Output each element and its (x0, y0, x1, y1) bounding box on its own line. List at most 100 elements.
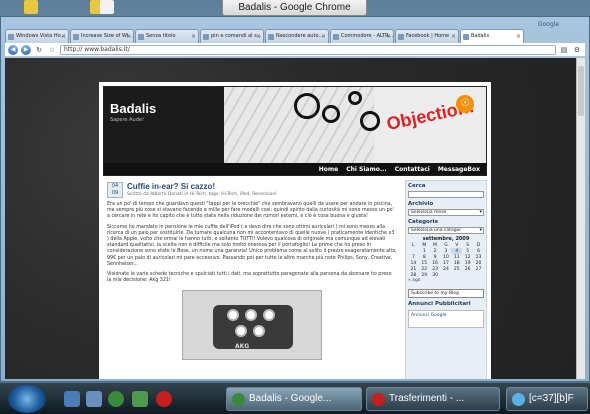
favicon-icon (138, 34, 144, 40)
widget-title-ads: Annunci Pubblicitari (408, 301, 471, 307)
rss-icon[interactable]: ☉ (456, 95, 474, 113)
star-icon[interactable]: ☆ (47, 45, 57, 55)
tab[interactable]: Commodore - ALTR... × (330, 29, 394, 43)
calendar: L M M G V S D 1 2 3 4 5 6 7 8 9 10 11 12… (408, 242, 484, 278)
nav-item-contattaci[interactable]: Contattaci (395, 166, 430, 173)
tab[interactable]: Increase Size of Wi... × (70, 29, 134, 43)
task-chrome[interactable]: Badalis - Google... (226, 387, 362, 411)
product-brand: AKG (235, 343, 250, 351)
page-viewport: Objection! ☉ Badalis Sapere Aude! Home C… (5, 58, 585, 379)
favicon-icon (398, 34, 404, 40)
post-header: 04 09 Cuffie in-ear? Si cazzo! Scritto d… (107, 182, 397, 198)
google-label: Google (537, 21, 559, 28)
post-body: Era un po' di tempo che guardavo questi … (107, 202, 397, 284)
nav-item-messagebox[interactable]: MessageBox (438, 166, 480, 173)
chrome-window: Google Windows Vista Ho... × Increase Siz… (0, 16, 590, 382)
chrome-icon (232, 393, 245, 406)
tab[interactable]: Senza titolo × (135, 29, 199, 43)
close-icon[interactable]: × (516, 33, 521, 40)
scrollbar-thumb[interactable] (578, 66, 584, 116)
favicon-icon (333, 34, 339, 40)
nav-item-home[interactable]: Home (319, 166, 338, 173)
chrome-icon[interactable] (108, 391, 124, 407)
archive-select[interactable]: Seleziona mese (408, 209, 484, 216)
show-desktop-icon[interactable] (64, 391, 80, 407)
task-label: Trasferimenti - ... (389, 393, 465, 404)
address-bar[interactable]: http:// www.badalis.it/ (60, 44, 556, 55)
tab-label: Windows Vista Ho... (16, 33, 66, 39)
tab-label: pin e comandi al s... (211, 33, 262, 39)
post-date-day: 04 (111, 183, 119, 189)
start-button[interactable] (8, 385, 46, 413)
close-icon[interactable]: × (321, 33, 326, 40)
widget-title-categories: Categorie (408, 219, 439, 225)
task-label: [c=37][b]F (529, 393, 574, 404)
site-title[interactable]: Badalis (110, 101, 156, 116)
post-paragraph: Era un po' di tempo che guardavo questi … (107, 202, 394, 220)
site-container: Objection! ☉ Badalis Sapere Aude! Home C… (99, 82, 491, 379)
back-button[interactable]: ◀ (8, 44, 18, 55)
post: 04 09 Cuffie in-ear? Si cazzo! Scritto d… (103, 180, 401, 379)
post-date-month: 09 (111, 190, 119, 196)
site-nav: Home Chi Siamo... Contattaci MessageBox (104, 163, 486, 175)
close-icon[interactable]: × (451, 33, 456, 40)
site-tagline: Sapere Aude! (110, 117, 144, 123)
tab-active[interactable]: Badalis × (460, 29, 524, 43)
task-opera[interactable]: Trasferimenti - ... (366, 387, 500, 411)
tab[interactable]: Windows Vista Ho... × (5, 29, 69, 43)
post-date: 04 09 (107, 182, 123, 198)
tab-strip: Windows Vista Ho... × Increase Size of Wi… (5, 29, 585, 43)
document-icon[interactable] (100, 0, 114, 14)
tab-label: Badalis (471, 33, 490, 39)
earphones-image: AKG (182, 290, 322, 361)
tab-label: Facebook | Home (406, 33, 450, 39)
favicon-icon (268, 34, 274, 40)
close-icon[interactable]: × (256, 33, 261, 40)
opera-icon (372, 393, 385, 406)
sidebar: Cerca Archivio Seleziona mese Categorie … (405, 180, 487, 379)
tab-label: Nascondere auto... (276, 33, 324, 39)
post-paragraph: Visionate le varie schede tecniche e spu… (107, 272, 392, 284)
post-meta: Scritto da Alberto Donati in Hi-Tech. ta… (127, 192, 277, 197)
widget-title-search: Cerca (408, 183, 426, 189)
subscribe-button[interactable]: Subscribe to my Blog (408, 289, 484, 298)
tab[interactable]: Facebook | Home × (395, 29, 459, 43)
favicon-icon (8, 34, 14, 40)
search-input[interactable] (408, 191, 484, 198)
categories-select[interactable]: Seleziona una categor (408, 227, 484, 234)
circle-decoration (322, 105, 340, 123)
forward-button[interactable]: ▶ (21, 44, 31, 55)
vertical-scrollbar[interactable] (576, 58, 585, 379)
tab[interactable]: Nascondere auto... × (265, 29, 329, 43)
favicon-icon (73, 34, 79, 40)
favicon-icon (203, 34, 209, 40)
close-icon[interactable]: × (386, 33, 391, 40)
messenger-icon (512, 393, 525, 406)
circle-decoration (360, 111, 380, 131)
wrench-icon[interactable]: ⚙ (572, 45, 582, 55)
calendar-prev-link[interactable]: « ago (408, 278, 484, 283)
post-paragraph: Siccome ho mandato in pensione le mie cu… (107, 224, 397, 267)
nav-item-chi-siamo[interactable]: Chi Siamo... (346, 166, 386, 173)
site-header: Objection! ☉ Badalis Sapere Aude! Home C… (103, 86, 487, 176)
close-icon[interactable]: × (61, 33, 66, 40)
tab[interactable]: pin e comandi al s... × (200, 29, 264, 43)
ads-box[interactable]: Annunci Google (408, 310, 484, 328)
close-icon[interactable]: × (126, 33, 131, 40)
folder-icon[interactable] (24, 0, 38, 14)
download-icon[interactable] (132, 391, 148, 407)
tab-label: Senza titolo (146, 33, 176, 39)
close-icon[interactable]: × (191, 33, 196, 40)
circle-decoration (294, 93, 320, 119)
reload-icon[interactable]: ↻ (34, 45, 44, 55)
task-messenger[interactable]: [c=37][b]F (506, 387, 588, 411)
widget-title-archive: Archivio (408, 201, 434, 207)
circle-decoration (348, 91, 362, 105)
favicon-icon (463, 34, 469, 40)
browser-toolbar: ◀ ▶ ↻ ☆ http:// www.badalis.it/ ▤ ⚙ (5, 43, 585, 57)
switch-windows-icon[interactable] (86, 391, 102, 407)
opera-icon[interactable] (156, 391, 172, 407)
page-menu-icon[interactable]: ▤ (559, 45, 569, 55)
taskbar: Badalis - Google... Trasferimenti - ... … (0, 382, 590, 414)
post-title[interactable]: Cuffie in-ear? Si cazzo! (127, 182, 277, 191)
